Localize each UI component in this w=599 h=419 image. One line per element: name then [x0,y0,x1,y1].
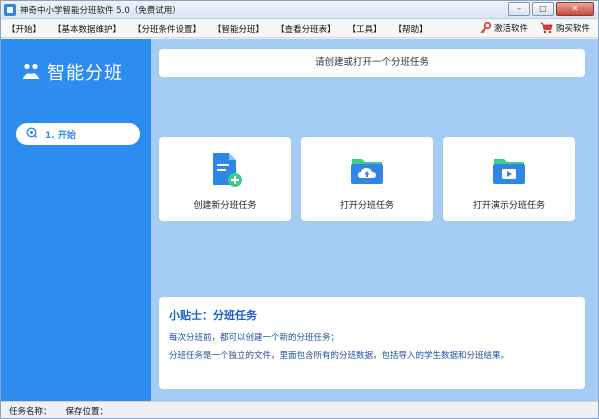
menu-item-view-table[interactable]: 【查看分班表】 [274,23,338,35]
activate-label: 激活软件 [493,24,528,34]
cloud-folder-icon [347,150,387,190]
maximize-button[interactable]: □ [532,2,554,16]
menu-item-start[interactable]: 【开始】 [5,23,43,35]
brand-logo-icon [21,61,41,84]
create-task-label: 创建新分班任务 [193,201,257,211]
task-name-label: 任务名称： [9,407,52,417]
start-nav-icon [26,127,37,141]
window-controls: – □ ✕ [508,2,594,16]
save-location-label: 保存位置： [65,407,109,417]
menu-bar: 【开始】 【基本数据维护】 【分班条件设置】 【智能分班】 【查看分班表】 【工… [1,20,598,38]
buy-label: 购买软件 [555,24,590,34]
sidebar-item-start[interactable]: 1. 开始 [16,123,140,145]
open-demo-task-card[interactable]: 打开演示分班任务 [443,137,575,221]
menu-item-smart-split[interactable]: 【智能分班】 [211,23,266,35]
prompt-banner: 请创建或打开一个分班任务 [159,49,585,77]
sidebar: 智能分班 1. 开始 [1,39,151,401]
app-window: 神奇中小学智能分班软件 5.0（免费试用） – □ ✕ 【开始】 【基本数据维护… [0,0,599,419]
brand-name: 智能分班 [47,63,123,84]
tip-panel: 小贴士：分班任务 每次分班前，都可以创建一个新的分班任务； 分班任务是一个独立的… [159,297,585,389]
status-bar: 任务名称： 保存位置： [1,401,598,418]
open-task-label: 打开分班任务 [339,201,394,211]
tip-line: 每次分班前，都可以创建一个新的分班任务； [169,333,340,343]
menu-item-help[interactable]: 【帮助】 [392,23,430,35]
key-icon [480,22,491,34]
window-title: 神奇中小学智能分班软件 5.0（免费试用） [20,6,181,16]
title-bar: 神奇中小学智能分班软件 5.0（免费试用） – □ ✕ [1,1,598,19]
menu-item-basic-data[interactable]: 【基本数据维护】 [51,23,123,35]
menu-item-tools[interactable]: 【工具】 [346,23,384,35]
play-folder-icon [489,150,529,190]
cart-icon [540,22,553,34]
main-menu: 【开始】 【基本数据维护】 【分班条件设置】 【智能分班】 【查看分班表】 【工… [5,23,430,35]
buy-button[interactable]: 购买软件 [540,22,590,34]
close-button[interactable]: ✕ [556,2,594,16]
open-task-card[interactable]: 打开分班任务 [301,137,433,221]
top-right-actions: 激活软件 购买软件 [480,22,590,34]
menu-item-conditions[interactable]: 【分班条件设置】 [131,23,203,35]
activate-button[interactable]: 激活软件 [480,22,528,34]
app-icon [4,4,16,16]
status-fields: 任务名称： 保存位置： [9,405,108,417]
tip-line: 分班任务是一个独立的文件，里面包含所有的分班数据，包括导入的学生数据和分班结果。 [169,351,510,361]
brand: 智能分班 [21,59,123,85]
open-demo-task-label: 打开演示分班任务 [472,201,545,211]
sidebar-item-label: 1. 开始 [45,130,76,141]
tip-title: 小贴士：分班任务 [169,309,257,322]
new-file-icon [205,150,245,190]
minimize-button[interactable]: – [508,2,530,16]
main-content: 请创建或打开一个分班任务 创建新分班任务 打开分班任务 打开演示分班任务 小贴士… [151,39,598,401]
create-task-card[interactable]: 创建新分班任务 [159,137,291,221]
